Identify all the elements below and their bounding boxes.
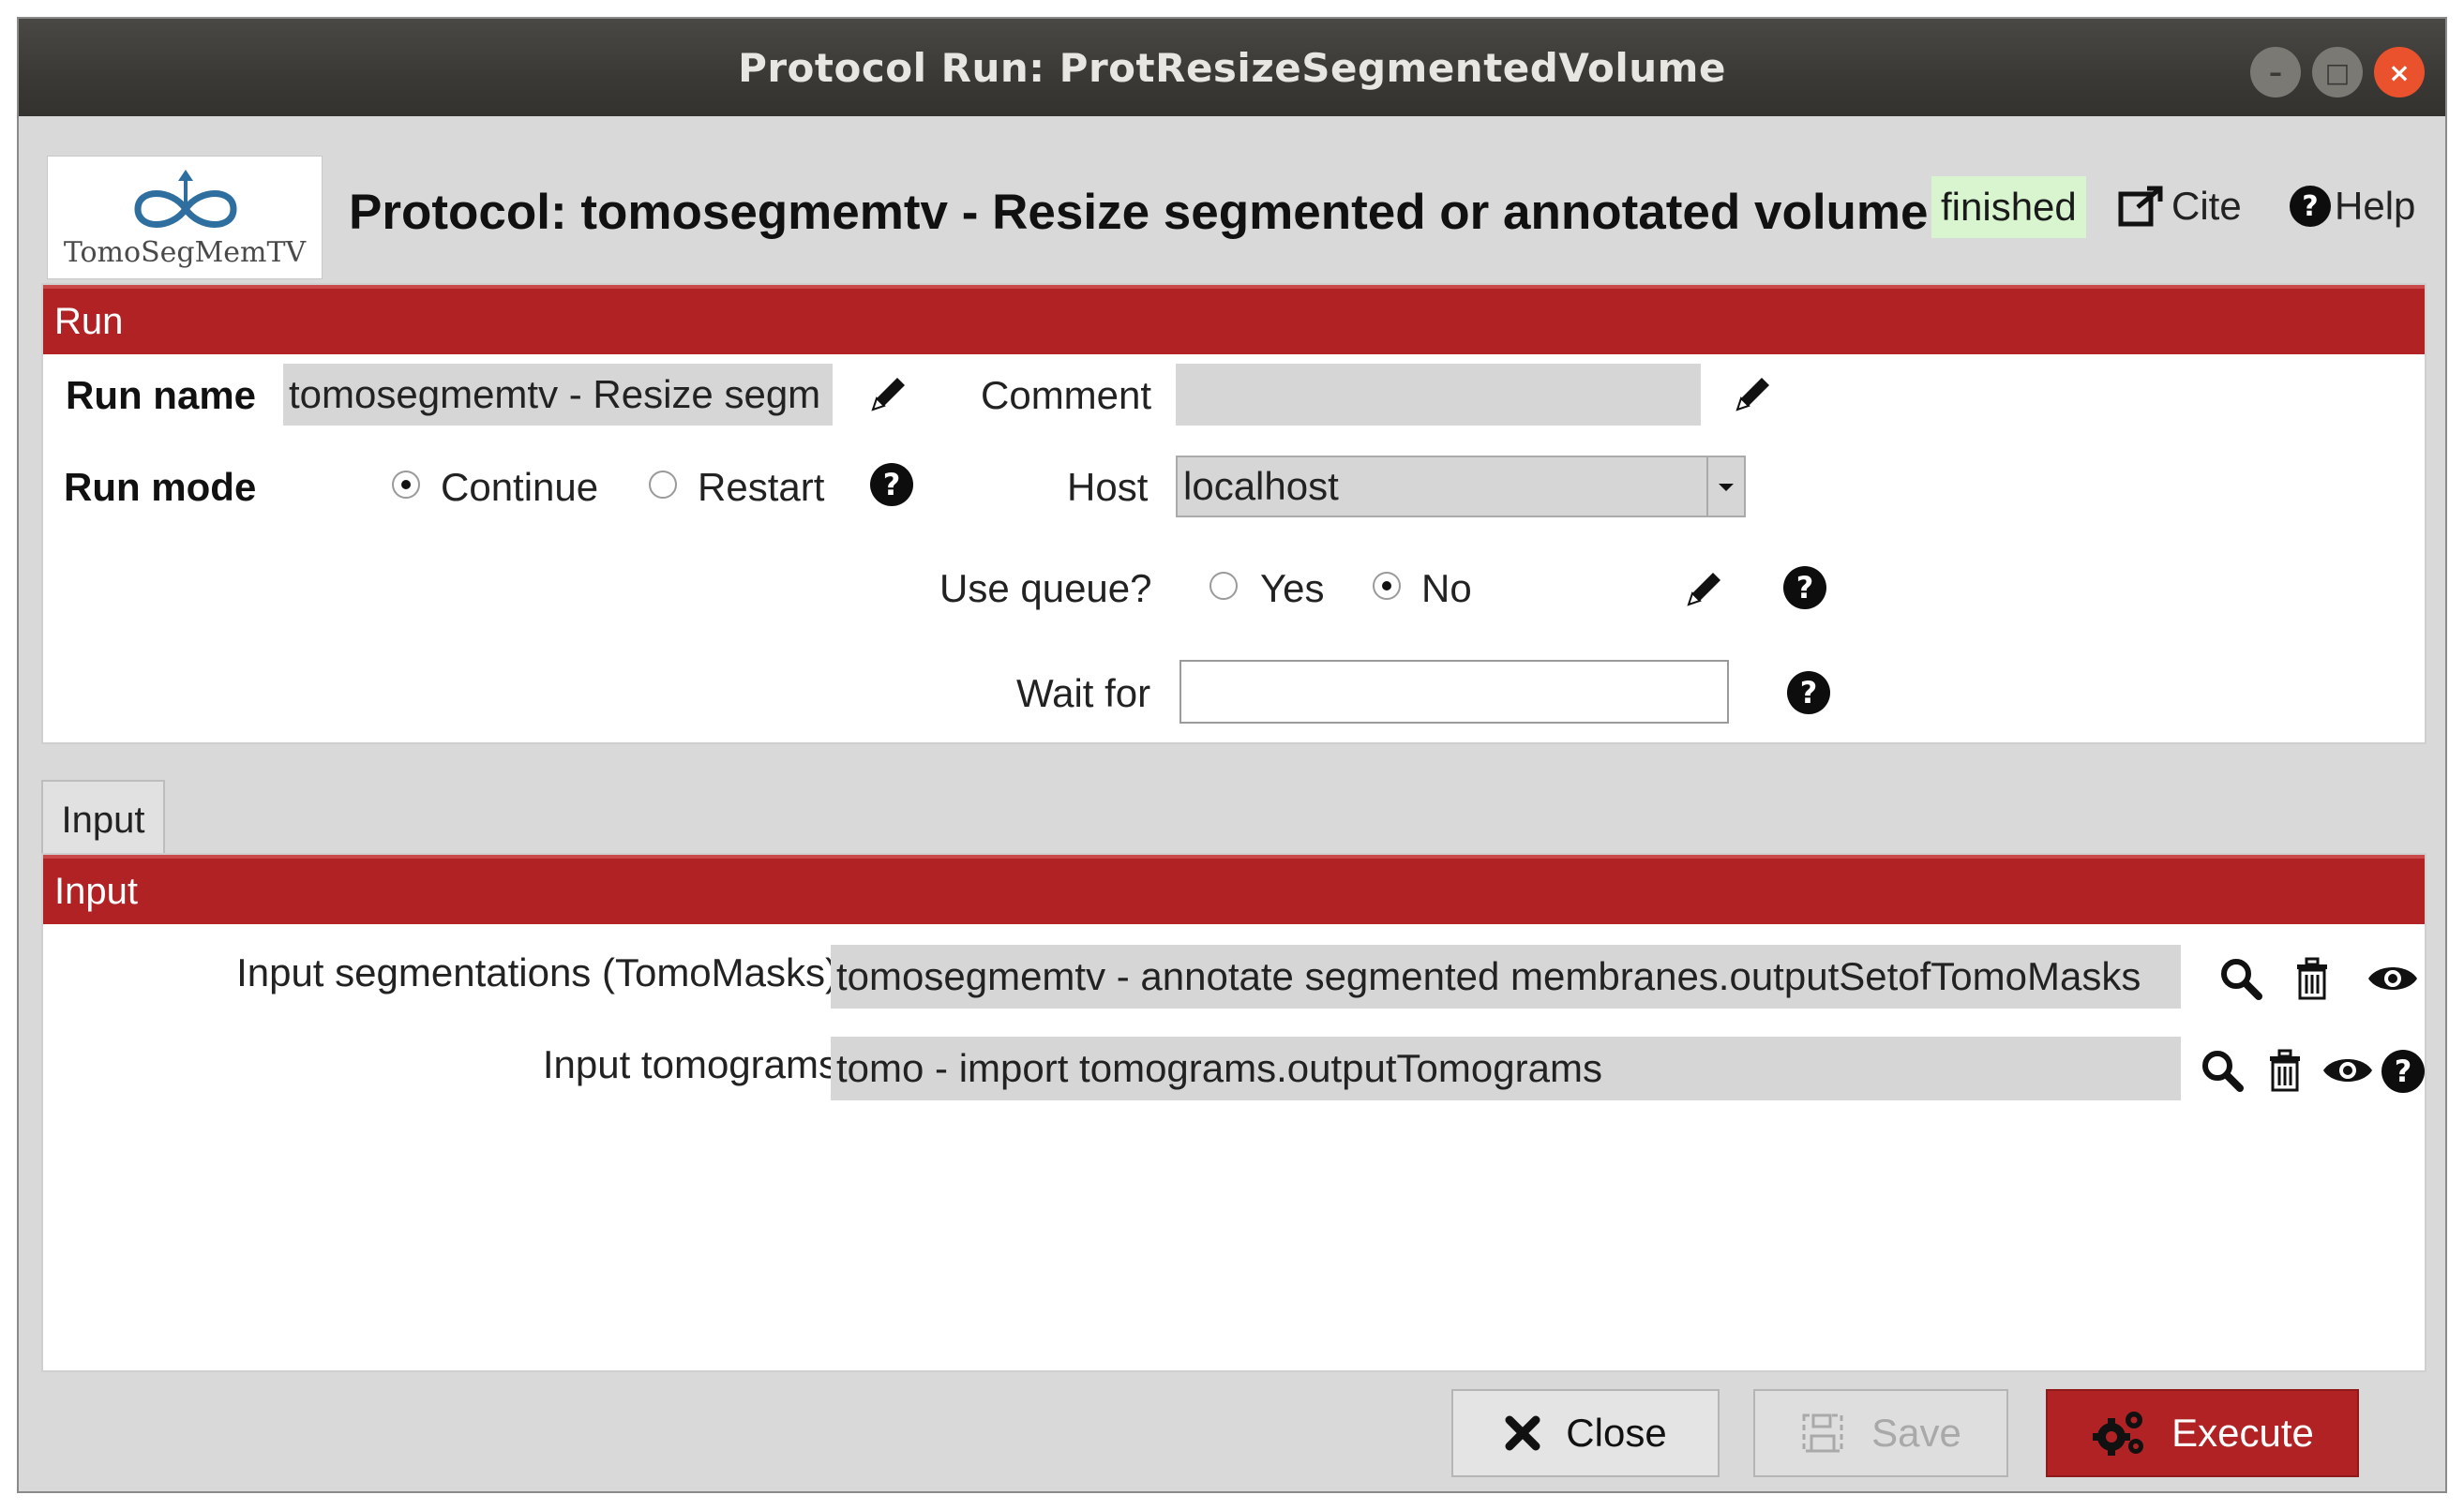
close-button-label: Close xyxy=(1566,1411,1667,1455)
trash-icon[interactable] xyxy=(2288,954,2336,1003)
input-segmentations-label: Input segmentations (TomoMasks) xyxy=(236,950,838,994)
use-queue-label: Use queue? xyxy=(939,566,1152,610)
tab-input[interactable]: Input xyxy=(41,780,165,859)
title-bar[interactable]: Protocol Run: ProtResizeSegmentedVolume … xyxy=(19,19,2445,116)
input-segmentations-field[interactable]: tomosegmemtv - annotate segmented membra… xyxy=(831,945,2181,1009)
save-button[interactable]: Save xyxy=(1753,1389,2008,1477)
edit-queue-icon[interactable] xyxy=(1680,564,1729,613)
comment-field[interactable] xyxy=(1176,364,1701,426)
close-button[interactable]: Close xyxy=(1451,1389,1720,1477)
window-title: Protocol Run: ProtResizeSegmentedVolume xyxy=(738,44,1726,91)
protocol-header: TomoSegMemTV Protocol: tomosegmemtv - Re… xyxy=(19,116,2445,294)
chevron-down-icon[interactable] xyxy=(1706,457,1744,516)
input-tomograms-label: Input tomograms xyxy=(542,1042,838,1086)
run-name-label: Run name xyxy=(66,373,257,417)
use-queue-yes-label: Yes xyxy=(1260,566,1325,610)
run-mode-help-icon[interactable]: ? xyxy=(870,463,913,506)
run-mode-label: Run mode xyxy=(64,465,257,509)
tomosegmemtv-logo: TomoSegMemTV xyxy=(47,156,323,279)
use-queue-help-icon[interactable]: ? xyxy=(1783,566,1826,609)
run-mode-continue-label: Continue xyxy=(441,465,599,509)
use-queue-yes-radio[interactable] xyxy=(1209,572,1238,600)
logo-text: TomoSegMemTV xyxy=(63,236,307,269)
wait-for-help-icon[interactable]: ? xyxy=(1787,671,1830,714)
save-icon xyxy=(1802,1413,1843,1453)
execute-button-label: Execute xyxy=(2171,1411,2314,1455)
host-select[interactable]: localhost xyxy=(1176,456,1746,517)
input-tomograms-help-icon[interactable]: ? xyxy=(2381,1050,2425,1093)
search-icon[interactable] xyxy=(2198,1046,2246,1095)
input-section-header: Input xyxy=(43,855,2425,924)
status-badge: finished xyxy=(1931,176,2086,238)
host-value: localhost xyxy=(1183,464,1339,508)
maximize-icon[interactable]: □ xyxy=(2312,47,2363,97)
protocol-title: Protocol: tomosegmemtv - Resize segmente… xyxy=(349,185,1929,240)
save-button-label: Save xyxy=(1871,1411,1961,1455)
close-icon[interactable]: × xyxy=(2374,47,2425,97)
host-label: Host xyxy=(1067,465,1149,509)
search-icon[interactable] xyxy=(2216,954,2265,1003)
question-circle-icon: ? xyxy=(2290,186,2331,227)
use-queue-no-radio[interactable] xyxy=(1373,572,1401,600)
gears-icon xyxy=(2093,1412,2144,1456)
input-section: Input Input segmentations (TomoMasks) to… xyxy=(41,853,2426,1372)
close-x-icon xyxy=(1505,1415,1540,1451)
run-section-header: Run xyxy=(43,285,2425,354)
infinity-logo-icon xyxy=(134,170,237,228)
help-link[interactable]: ? Help xyxy=(2290,178,2415,234)
eye-icon[interactable] xyxy=(2320,1046,2376,1095)
input-tomograms-field[interactable]: tomo - import tomograms.outputTomograms xyxy=(831,1037,2181,1100)
minimize-icon[interactable]: – xyxy=(2250,47,2301,97)
edit-comment-icon[interactable] xyxy=(1729,369,1778,418)
run-mode-restart-radio[interactable] xyxy=(649,471,677,499)
edit-run-name-icon[interactable] xyxy=(864,369,913,418)
run-mode-restart-label: Restart xyxy=(698,465,825,509)
eye-icon[interactable] xyxy=(2365,954,2421,1003)
cite-link[interactable]: Cite xyxy=(2117,178,2242,234)
cite-label: Cite xyxy=(2171,184,2242,228)
run-section: Run Run name tomosegmemtv - Resize segm … xyxy=(41,283,2426,744)
run-mode-continue-radio[interactable] xyxy=(392,471,420,499)
run-name-field[interactable]: tomosegmemtv - Resize segm xyxy=(283,364,833,426)
wait-for-label: Wait for xyxy=(1016,671,1151,715)
use-queue-no-label: No xyxy=(1421,566,1472,610)
wait-for-input[interactable] xyxy=(1179,660,1729,724)
external-link-icon xyxy=(2118,186,2163,227)
comment-label: Comment xyxy=(981,373,1152,417)
help-label: Help xyxy=(2335,184,2416,228)
protocol-run-window: Protocol Run: ProtResizeSegmentedVolume … xyxy=(17,17,2447,1493)
trash-icon[interactable] xyxy=(2263,1046,2306,1095)
execute-button[interactable]: Execute xyxy=(2046,1389,2359,1477)
